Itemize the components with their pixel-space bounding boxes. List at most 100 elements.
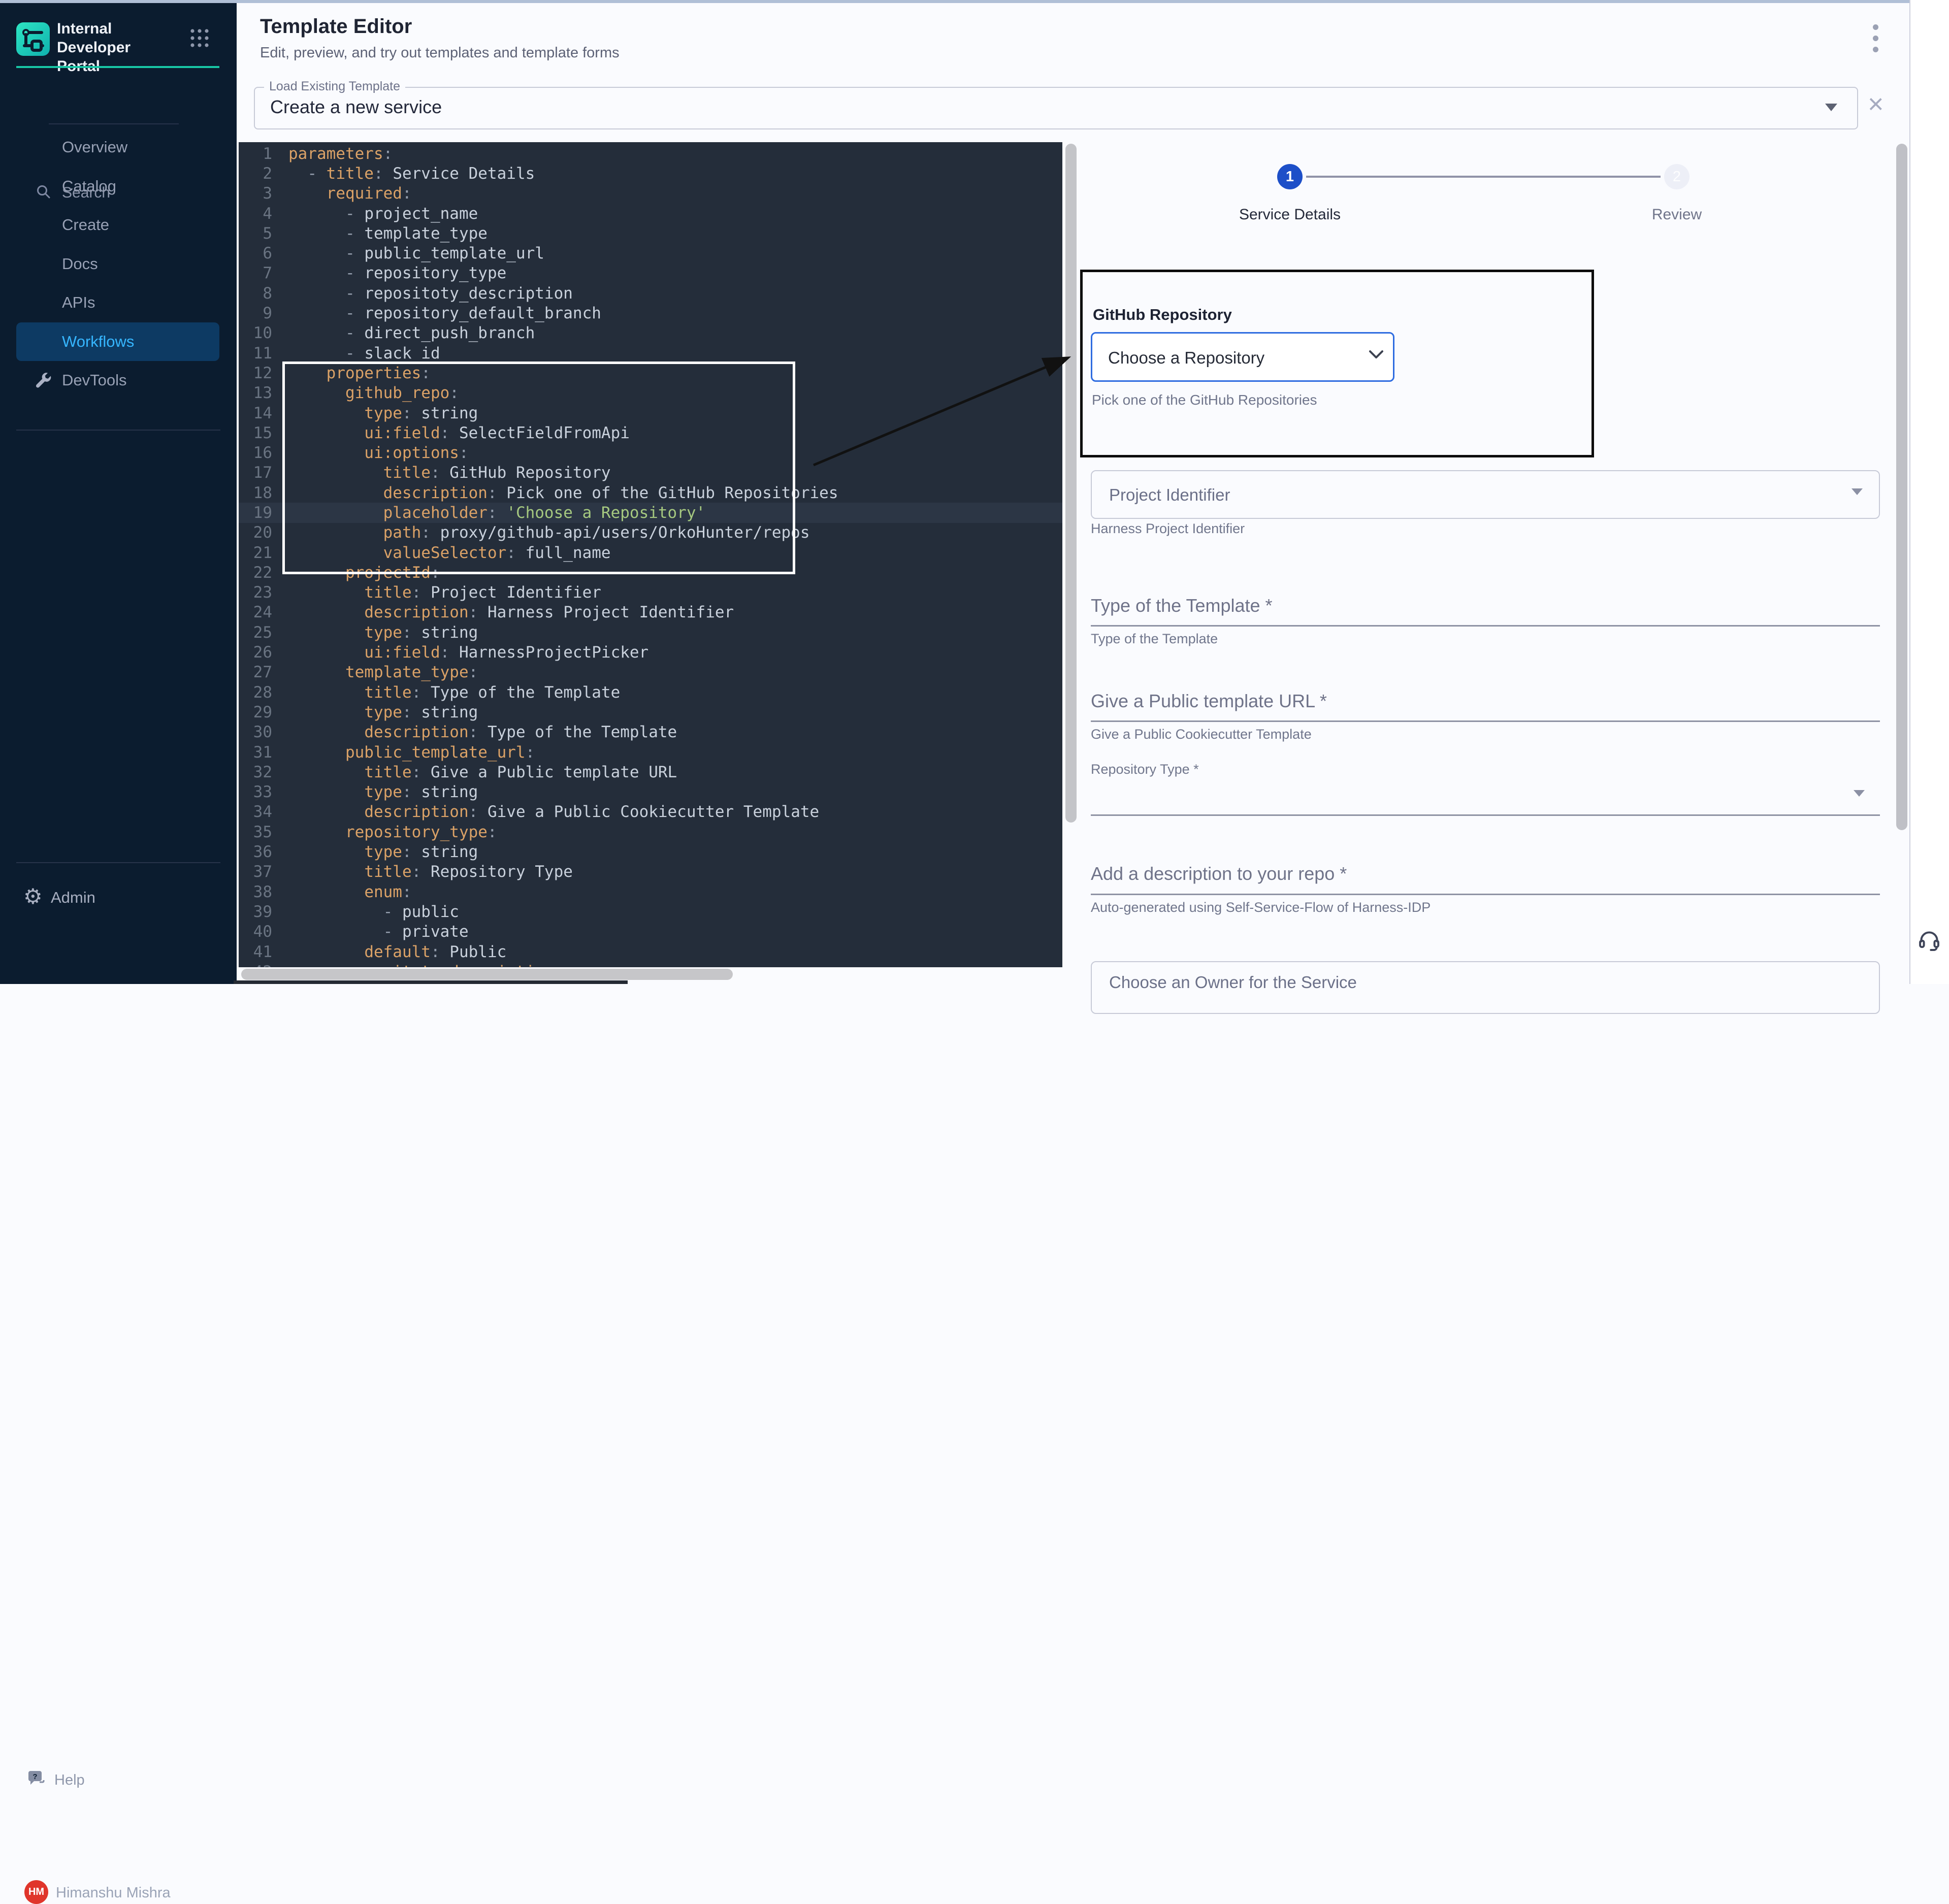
- code-text: type: string: [288, 843, 478, 861]
- editor-vertical-scrollbar[interactable]: [1065, 144, 1077, 823]
- template-url-field[interactable]: Give a Public template URL *: [1091, 691, 1327, 712]
- code-line-32[interactable]: 32 title: Give a Public template URL: [239, 762, 1062, 782]
- code-line-42[interactable]: 42 repositoty_description:: [239, 962, 1062, 967]
- code-line-37[interactable]: 37 title: Repository Type: [239, 862, 1062, 882]
- sidebar-item-workflows[interactable]: Workflows: [16, 322, 219, 362]
- line-number: 2: [239, 165, 272, 183]
- sidebar-user[interactable]: HM Himanshu Mishra: [0, 940, 237, 971]
- code-line-1[interactable]: 1parameters:: [239, 144, 1062, 163]
- code-line-5[interactable]: 5 - template_type: [239, 223, 1062, 243]
- code-line-2[interactable]: 2 - title: Service Details: [239, 163, 1062, 183]
- code-text: - public_template_url: [288, 244, 544, 262]
- line-number: 30: [239, 723, 272, 741]
- code-line-36[interactable]: 36 type: string: [239, 842, 1062, 862]
- code-text: title: Type of the Template: [288, 683, 620, 702]
- code-line-35[interactable]: 35 repository_type:: [239, 822, 1062, 842]
- code-line-34[interactable]: 34 description: Give a Public Cookiecutt…: [239, 802, 1062, 822]
- code-line-11[interactable]: 11 - slack_id: [239, 343, 1062, 363]
- code-line-3[interactable]: 3 required:: [239, 184, 1062, 204]
- code-text: title: Repository Type: [288, 863, 573, 881]
- template-type-field[interactable]: Type of the Template *: [1091, 595, 1273, 616]
- code-text: - repositoty_description: [288, 284, 573, 303]
- code-line-24[interactable]: 24 description: Harness Project Identifi…: [239, 603, 1062, 622]
- annotation-box-code: [282, 362, 795, 574]
- support-headset-icon[interactable]: [1916, 927, 1942, 953]
- code-text: required:: [288, 184, 412, 203]
- line-number: 33: [239, 783, 272, 801]
- sidebar-item-catalog[interactable]: Catalog: [0, 167, 237, 206]
- line-number: 9: [239, 304, 272, 322]
- sidebar-item-admin[interactable]: ⚙ Admin: [0, 443, 237, 471]
- code-line-31[interactable]: 31 public_template_url:: [239, 742, 1062, 762]
- line-number: 37: [239, 863, 272, 881]
- sidebar-item-label: Catalog: [62, 177, 116, 195]
- code-line-40[interactable]: 40 - private: [239, 922, 1062, 942]
- sidebar-item-help[interactable]: ? Help: [0, 884, 237, 913]
- line-number: 14: [239, 404, 272, 422]
- code-line-7[interactable]: 7 - repository_type: [239, 264, 1062, 283]
- code-line-29[interactable]: 29 type: string: [239, 702, 1062, 722]
- line-number: 18: [239, 484, 272, 502]
- repo-description-helper: Auto-generated using Self-Service-Flow o…: [1091, 900, 1431, 915]
- code-text: - title: Service Details: [288, 165, 535, 183]
- code-line-6[interactable]: 6 - public_template_url: [239, 243, 1062, 263]
- sidebar-item-label: APIs: [62, 293, 95, 312]
- sidebar-item-create[interactable]: Create: [0, 206, 237, 245]
- code-text: - repository_type: [288, 264, 506, 282]
- editor-horizontal-scrollbar[interactable]: [241, 969, 733, 980]
- repository-type-select[interactable]: Repository Type *: [1091, 762, 1199, 777]
- dropdown-caret-icon: [1851, 488, 1863, 495]
- repo-description-field[interactable]: Add a description to your repo *: [1091, 863, 1347, 884]
- code-line-23[interactable]: 23 title: Project Identifier: [239, 583, 1062, 603]
- line-number: 1: [239, 145, 272, 163]
- line-number: 28: [239, 683, 272, 702]
- line-number: 23: [239, 583, 272, 602]
- panel-vertical-scrollbar[interactable]: [1896, 144, 1907, 830]
- apps-grid-icon[interactable]: [189, 27, 210, 49]
- code-text: - repository_default_branch: [288, 304, 601, 322]
- sidebar-item-label: DevTools: [62, 371, 127, 389]
- page-title: Template Editor: [260, 15, 412, 38]
- stepper-step-2[interactable]: 2: [1664, 164, 1690, 189]
- code-line-33[interactable]: 33 type: string: [239, 782, 1062, 802]
- code-line-28[interactable]: 28 title: Type of the Template: [239, 682, 1062, 702]
- code-text: title: Project Identifier: [288, 583, 601, 602]
- input-underline: [1091, 814, 1880, 816]
- annotation-box-form: [1080, 270, 1594, 457]
- svg-text:?: ?: [33, 1772, 37, 1781]
- code-line-38[interactable]: 38 enum:: [239, 882, 1062, 902]
- sidebar-item-label: Create: [62, 216, 109, 234]
- template-url-helper: Give a Public Cookiecutter Template: [1091, 727, 1312, 742]
- project-identifier-helper: Harness Project Identifier: [1091, 521, 1245, 537]
- line-number: 4: [239, 205, 272, 223]
- code-line-8[interactable]: 8 - repositoty_description: [239, 283, 1062, 303]
- close-icon[interactable]: ×: [1868, 90, 1884, 118]
- code-line-26[interactable]: 26 ui:field: HarnessProjectPicker: [239, 642, 1062, 662]
- dropdown-caret-icon[interactable]: [1825, 104, 1837, 111]
- stepper-step-1[interactable]: 1: [1277, 164, 1303, 189]
- code-line-41[interactable]: 41 default: Public: [239, 942, 1062, 962]
- code-line-39[interactable]: 39 - public: [239, 902, 1062, 922]
- code-text: type: string: [288, 703, 478, 721]
- code-line-10[interactable]: 10 - direct_push_branch: [239, 323, 1062, 343]
- code-line-4[interactable]: 4 - project_name: [239, 204, 1062, 223]
- line-number: 15: [239, 424, 272, 442]
- line-number: 34: [239, 803, 272, 821]
- line-number: 16: [239, 444, 272, 462]
- load-template-select[interactable]: [254, 87, 1858, 129]
- code-line-27[interactable]: 27 template_type:: [239, 663, 1062, 682]
- sidebar-item-apis[interactable]: APIs: [0, 283, 237, 322]
- code-line-30[interactable]: 30 description: Type of the Template: [239, 723, 1062, 742]
- code-text: ui:field: HarnessProjectPicker: [288, 643, 648, 662]
- bottom-edge-strip: [234, 980, 628, 984]
- sidebar-item-devtools[interactable]: DevTools: [0, 361, 237, 400]
- line-number: 17: [239, 464, 272, 482]
- sidebar-item-overview[interactable]: Overview: [0, 128, 237, 167]
- sidebar-item-docs[interactable]: Docs: [0, 245, 237, 284]
- sidebar-item-search[interactable]: Search: [0, 92, 237, 115]
- code-line-9[interactable]: 9 - repository_default_branch: [239, 303, 1062, 323]
- kebab-menu-icon[interactable]: [1873, 24, 1880, 52]
- code-text: - public: [288, 903, 459, 921]
- code-text: description: Type of the Template: [288, 723, 677, 741]
- code-line-25[interactable]: 25 type: string: [239, 622, 1062, 642]
